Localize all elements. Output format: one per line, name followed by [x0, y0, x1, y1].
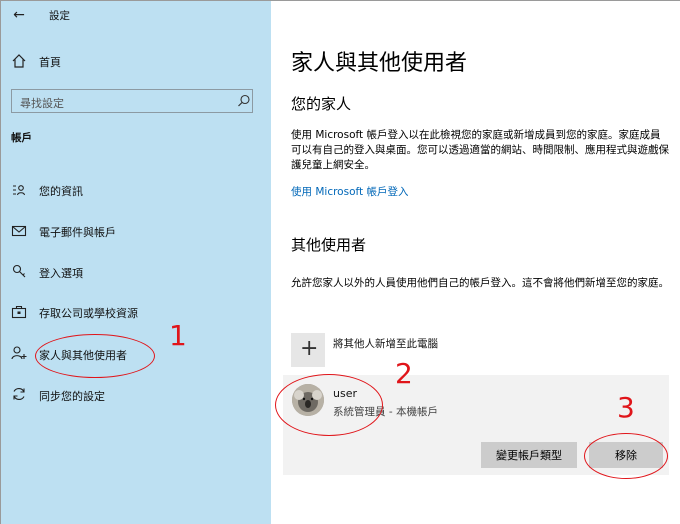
window-title: 設定	[49, 10, 70, 22]
plus-icon: +	[300, 336, 319, 361]
annotation-number-3: 3	[617, 391, 635, 424]
back-arrow-icon[interactable]: ←	[11, 7, 27, 23]
sidebar	[1, 1, 271, 524]
briefcase-icon	[11, 304, 27, 320]
microsoft-signin-link[interactable]: 使用 Microsoft 帳戶登入	[291, 184, 408, 199]
sidebar-item-sync-settings[interactable]: 同步您的設定	[39, 388, 105, 404]
annotation-ring-3	[584, 433, 668, 479]
other-users-heading: 其他使用者	[291, 236, 367, 254]
back-arrow-glyph: ←	[13, 7, 25, 23]
section-title-accounts: 帳戶	[11, 132, 32, 144]
search-input[interactable]: 尋找設定	[11, 89, 253, 113]
add-user-label[interactable]: 將其他人新增至此電腦	[333, 336, 438, 351]
annotation-number-1: 1	[169, 319, 187, 352]
mail-icon	[11, 223, 27, 239]
family-description: 使用 Microsoft 帳戶登入以在此檢視您的家庭或新增成員到您的家庭。家庭成…	[291, 129, 669, 171]
other-users-description: 允許您家人以外的人員使用他們自己的帳戶登入。這不會將他們新增至您的家庭。	[291, 277, 669, 289]
annotation-ring-1	[35, 334, 155, 378]
sidebar-item-work-school[interactable]: 存取公司或學校資源	[39, 305, 138, 321]
annotation-ring-2	[275, 374, 383, 436]
person-card-icon	[11, 182, 27, 198]
sync-icon	[11, 386, 27, 402]
sidebar-home-link[interactable]: 首頁	[39, 54, 61, 70]
sidebar-item-sign-in-options[interactable]: 登入選項	[39, 265, 83, 281]
family-heading: 您的家人	[291, 95, 352, 113]
search-icon[interactable]	[236, 93, 252, 109]
key-icon	[11, 263, 27, 279]
sidebar-item-email-accounts[interactable]: 電子郵件與帳戶	[39, 224, 116, 240]
change-account-type-button[interactable]: 變更帳戶類型	[481, 442, 577, 468]
add-user-button[interactable]: +	[291, 333, 325, 367]
sidebar-item-your-info[interactable]: 您的資訊	[39, 183, 83, 199]
person-add-icon	[11, 345, 27, 361]
page-title: 家人與其他使用者	[291, 51, 468, 76]
search-placeholder: 尋找設定	[20, 97, 64, 110]
annotation-number-2: 2	[395, 357, 413, 390]
home-icon	[11, 53, 27, 69]
